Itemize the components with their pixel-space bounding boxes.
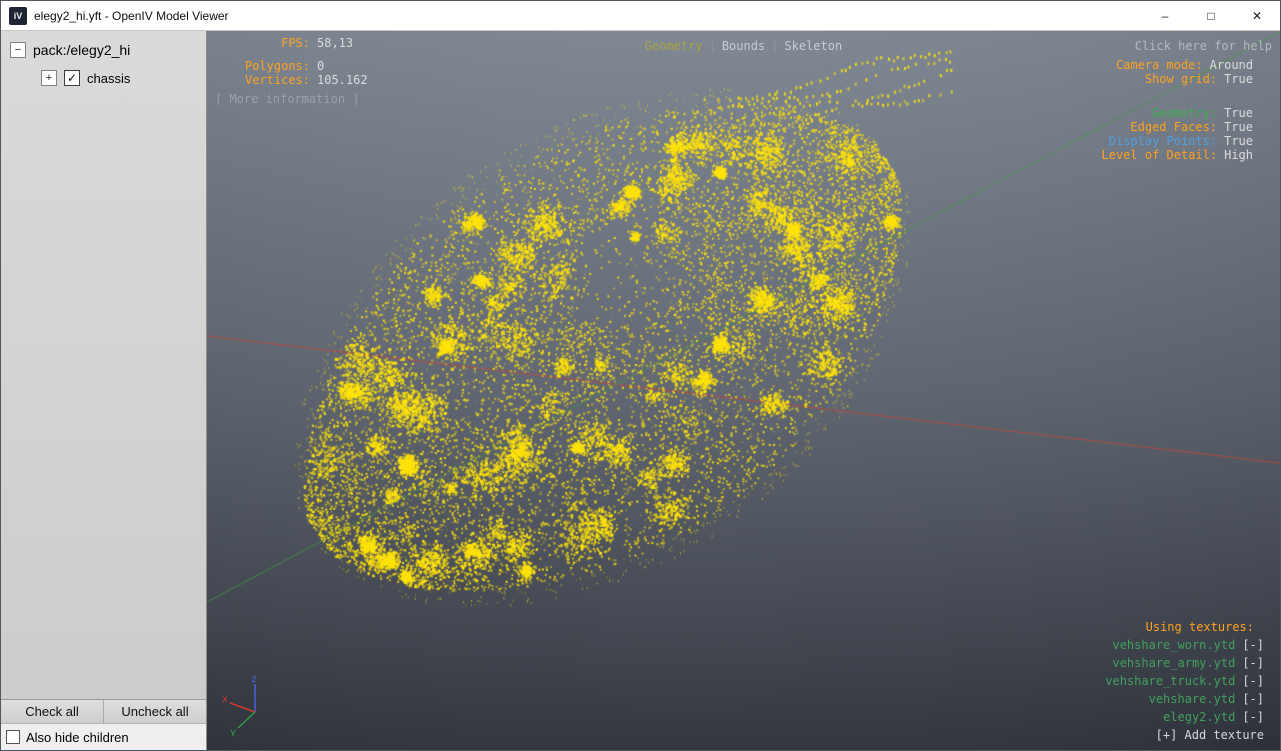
window-controls: – □ ✕ (1142, 1, 1280, 30)
tab-separator: | (771, 39, 778, 53)
polygons-value: 0 (317, 59, 324, 73)
openiv-model-viewer-window: iV elegy2_hi.yft - OpenIV Model Viewer –… (0, 0, 1281, 751)
tree-item-label: chassis (87, 71, 130, 86)
uncheck-all-button[interactable]: Uncheck all (104, 700, 206, 723)
vertices-label: Vertices: (215, 73, 310, 87)
tree-root-row[interactable]: − pack:/elegy2_hi (1, 31, 206, 58)
show-grid-label: Show grid: (1145, 72, 1217, 86)
edged-faces-value: True (1224, 120, 1253, 134)
texture-item: vehshare_truck.ytd (1105, 674, 1235, 688)
texture-list: Using textures: vehshare_worn.ytd [-] veh… (1105, 618, 1264, 744)
remove-texture-button[interactable]: [-] (1242, 656, 1264, 670)
geometry-setting-label: Geometry: (1152, 106, 1217, 120)
tab-bounds[interactable]: Bounds (722, 39, 765, 53)
also-hide-children-label: Also hide children (26, 730, 129, 745)
texture-item: elegy2.ytd (1163, 710, 1235, 724)
axis-x-label: x (222, 694, 228, 705)
maximize-icon[interactable]: □ (1188, 1, 1234, 30)
main-area: − pack:/elegy2_hi + ✓ chassis Check all … (1, 31, 1280, 750)
titlebar[interactable]: iV elegy2_hi.yft - OpenIV Model Viewer –… (1, 1, 1280, 31)
chassis-checkbox[interactable]: ✓ (64, 70, 80, 86)
display-points-label: Display Points: (1109, 134, 1217, 148)
axis-z-label: z (251, 674, 257, 685)
remove-texture-button[interactable]: [-] (1242, 692, 1264, 706)
vertices-value: 105.162 (317, 73, 368, 87)
level-of-detail-label: Level of Detail: (1102, 148, 1218, 162)
tree-root-label: pack:/elegy2_hi (33, 42, 130, 58)
more-information-link[interactable]: [ More information ] (215, 92, 360, 106)
also-hide-children-checkbox[interactable] (6, 730, 20, 744)
edged-faces-label: Edged Faces: (1130, 120, 1217, 134)
window-title: elegy2_hi.yft - OpenIV Model Viewer (34, 9, 1142, 23)
camera-mode-value: Around (1210, 58, 1253, 72)
expand-expander-icon[interactable]: + (41, 70, 57, 86)
geometry-setting-value: True (1224, 106, 1253, 120)
texture-item: vehshare.ytd (1149, 692, 1236, 706)
remove-texture-button[interactable]: [-] (1242, 674, 1264, 688)
level-of-detail-value: High (1224, 148, 1253, 162)
tab-separator: | (709, 39, 716, 53)
texture-item: vehshare_worn.ytd (1112, 638, 1235, 652)
check-icon: ✓ (67, 72, 77, 84)
also-hide-children-row[interactable]: Also hide children (1, 723, 206, 750)
sidebar-bottom: Check all Uncheck all Also hide children (1, 699, 206, 750)
model-tree-sidebar: − pack:/elegy2_hi + ✓ chassis Check all … (1, 31, 207, 750)
close-icon[interactable]: ✕ (1234, 1, 1280, 30)
help-link[interactable]: Click here for help (1135, 39, 1272, 53)
tree-item-chassis[interactable]: + ✓ chassis (1, 58, 206, 86)
display-settings: Camera mode: Around Show grid: True Geomet… (1102, 58, 1254, 162)
add-texture-button[interactable]: [+] Add texture (1156, 728, 1264, 742)
show-grid-value: True (1224, 72, 1253, 86)
axis-gizmo: z x y (221, 672, 277, 736)
display-points-value: True (1224, 134, 1253, 148)
using-textures-header: Using textures: (1105, 618, 1264, 636)
tab-geometry[interactable]: Geometry (645, 39, 703, 53)
view-mode-tabs: Geometry | Bounds | Skeleton (207, 39, 1280, 53)
tab-skeleton[interactable]: Skeleton (784, 39, 842, 53)
axis-y-label: y (230, 727, 236, 736)
texture-item: vehshare_army.ytd (1112, 656, 1235, 670)
app-icon: iV (9, 7, 27, 25)
minimize-icon[interactable]: – (1142, 1, 1188, 30)
remove-texture-button[interactable]: [-] (1242, 710, 1264, 724)
model-viewport: FPS:58,13 Polygons:0 Vertices:105.162 [ … (207, 31, 1280, 750)
camera-mode-label: Camera mode: (1116, 58, 1203, 72)
check-all-button[interactable]: Check all (1, 700, 104, 723)
collapse-expander-icon[interactable]: − (10, 42, 26, 58)
remove-texture-button[interactable]: [-] (1242, 638, 1264, 652)
check-buttons-row: Check all Uncheck all (1, 699, 206, 723)
polygons-label: Polygons: (215, 59, 310, 73)
